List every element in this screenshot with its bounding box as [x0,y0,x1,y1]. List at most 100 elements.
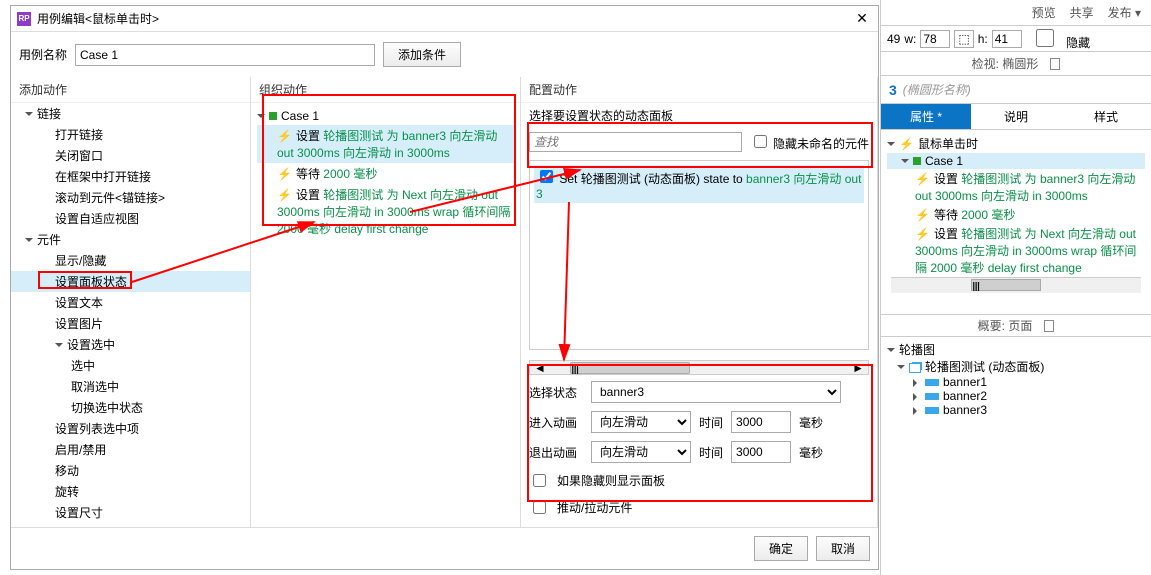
search-input[interactable] [529,132,742,152]
add-action-header: 添加动作 [11,77,250,103]
case-node[interactable]: Case 1 [887,153,1145,169]
tree-item[interactable]: 在框架中打开链接 [11,166,250,187]
shape-name-row: 3 (椭圆形名称) [881,76,1151,104]
tree-item[interactable]: 选中 [11,355,250,376]
bolt-icon: ⚡ [277,129,292,143]
caret-right-icon [913,407,921,415]
outline-item[interactable]: banner2 [887,389,1145,403]
document-icon[interactable] [1050,58,1060,70]
tree-item[interactable]: 设置列表选中项 [11,418,250,439]
document-icon[interactable] [1044,320,1054,332]
tree-item[interactable]: 显示/隐藏 [11,250,250,271]
tree-item[interactable]: 旋转 [11,481,250,502]
tree-item[interactable]: 移动 [11,460,250,481]
action-node[interactable]: ⚡等待 2000 毫秒 [887,205,1145,224]
select-panel-label: 选择要设置状态的动态面板 [521,103,877,128]
select-state-row: 选择状态 banner3 [521,377,877,407]
add-condition-button[interactable]: 添加条件 [383,42,461,67]
configure-action-column: 配置动作 选择要设置状态的动态面板 隐藏未命名的元件 Set 轮播图测试 (动态… [521,77,878,527]
action-node[interactable]: ⚡设置 轮播图测试 为 banner3 向左滑动 out 3000ms 向左滑动… [887,169,1145,205]
tree-item[interactable]: 取消选中 [11,376,250,397]
shape-name-placeholder[interactable]: (椭圆形名称) [903,81,971,98]
tree-group-link[interactable]: 链接 [11,103,250,124]
outline-dp[interactable]: 轮播图测试 (动态面板) [887,358,1145,375]
outline-tree: 轮播图 轮播图测试 (动态面板) banner1 banner2 banner3 [881,337,1151,421]
scrollbar-thumb[interactable]: Ⅲ [570,362,690,374]
anim-in-dropdown[interactable]: 向左滑动 [591,411,691,433]
lock-icon[interactable]: ⬚ [954,30,973,48]
width-input[interactable] [920,30,950,48]
actions-tree: Case 1 ⚡设置 轮播图测试 为 banner3 向左滑动 out 3000… [251,103,520,243]
anim-out-time-input[interactable] [731,441,791,463]
panel-list[interactable]: Set 轮播图测试 (动态面板) state to banner3 向左滑动 o… [529,160,869,350]
time-label: 时间 [699,414,723,431]
tab-style[interactable]: 样式 [1061,104,1151,129]
hide-unnamed-checkbox[interactable]: 隐藏未命名的元件 [750,132,869,152]
dialog-body: 添加动作 链接 打开链接 关闭窗口 在框架中打开链接 滚动到元件<锚链接> 设置… [11,77,878,527]
case-name-row: 用例名称 添加条件 [11,32,878,77]
tree-item[interactable]: 设置自适应视图 [11,208,250,229]
close-button[interactable]: ✕ [852,10,872,27]
preview-link[interactable]: 预览 [1032,4,1056,21]
panel-item-checkbox[interactable] [540,170,553,183]
action-node-2[interactable]: ⚡等待 2000 毫秒 [257,163,514,184]
cancel-button[interactable]: 取消 [816,536,870,561]
publish-link[interactable]: 发布 ▾ [1108,4,1141,21]
tree-item[interactable]: 设置图片 [11,313,250,334]
tab-properties[interactable]: 属性 * [881,104,971,129]
tree-item[interactable]: 设置尺寸 [11,502,250,523]
scrollbar-thumb[interactable]: Ⅲ [971,279,1041,291]
outline-item[interactable]: banner1 [887,375,1145,389]
dialog-footer: 确定 取消 [11,527,878,569]
share-link[interactable]: 共享 [1070,4,1094,21]
action-node[interactable]: ⚡设置 轮播图测试 为 Next 向左滑动 out 3000ms 向左滑动 in… [887,224,1145,277]
tree-item[interactable]: 置于顶层/底层 [11,523,250,527]
action-node-3[interactable]: ⚡设置 轮播图测试 为 Next 向左滑动 out 3000ms 向左滑动 in… [257,184,514,239]
case-name-input[interactable] [75,44,375,66]
push-pull-row[interactable]: 推动/拉动元件 [521,494,877,521]
height-input[interactable] [992,30,1022,48]
tree-item[interactable]: 关闭窗口 [11,145,250,166]
ok-button[interactable]: 确定 [754,536,808,561]
case-icon [913,157,921,165]
tree-item[interactable]: 打开链接 [11,124,250,145]
caret-down-icon [25,112,33,120]
tree-item[interactable]: 滚动到元件<锚链接> [11,187,250,208]
horizontal-scrollbar[interactable]: ◄ Ⅲ ► [529,360,869,375]
event-node[interactable]: ⚡鼠标单击时 [887,134,1145,153]
show-if-hidden-row[interactable]: 如果隐藏则显示面板 [521,467,877,494]
action-node-1[interactable]: ⚡设置 轮播图测试 为 banner3 向左滑动 out 3000ms 向左滑动… [257,125,514,163]
tree-item[interactable]: 设置文本 [11,292,250,313]
tree-group-widget[interactable]: 元件 [11,229,250,250]
inspector-header: 检视: 椭圆形 [881,52,1151,76]
bolt-icon: ⚡ [915,227,930,241]
hscroll[interactable]: Ⅲ [891,277,1141,293]
case-node[interactable]: Case 1 [257,107,514,125]
anim-in-time-input[interactable] [731,411,791,433]
ms-label: 毫秒 [799,414,823,431]
panel-item[interactable]: Set 轮播图测试 (动态面板) state to banner3 向左滑动 o… [534,165,864,203]
tab-notes[interactable]: 说明 [971,104,1061,129]
hide-checkbox[interactable]: 隐藏 [1026,26,1090,51]
tree-item-set-panel-state[interactable]: 设置面板状态 [11,271,250,292]
case-editor-dialog: RP 用例编辑<鼠标单击时> ✕ 用例名称 添加条件 添加动作 链接 打开链接 … [10,5,879,570]
bolt-icon: ⚡ [277,167,292,181]
bolt-icon: ⚡ [915,208,930,222]
anim-in-label: 进入动画 [529,414,583,431]
tree-item[interactable]: 启用/禁用 [11,439,250,460]
tree-item[interactable]: 切换选中状态 [11,397,250,418]
select-state-label: 选择状态 [529,384,583,401]
organize-action-header: 组织动作 [251,77,520,103]
select-state-dropdown[interactable]: banner3 [591,381,841,403]
outline-root[interactable]: 轮播图 [887,341,1145,358]
inspector-tabs: 属性 * 说明 样式 [881,104,1151,130]
tree-group-setsel[interactable]: 设置选中 [11,334,250,355]
case-icon [269,112,277,120]
inspector-panel: 预览 共享 发布 ▾ 49 w: ⬚ h: 隐藏 检视: 椭圆形 3 (椭圆形名… [880,0,1151,575]
outline-item[interactable]: banner3 [887,403,1145,417]
organize-action-column: 组织动作 Case 1 ⚡设置 轮播图测试 为 banner3 向左滑动 out… [251,77,521,527]
anim-out-dropdown[interactable]: 向左滑动 [591,441,691,463]
anim-out-label: 退出动画 [529,444,583,461]
caret-down-icon [25,238,33,246]
caret-down-icon [887,142,895,150]
